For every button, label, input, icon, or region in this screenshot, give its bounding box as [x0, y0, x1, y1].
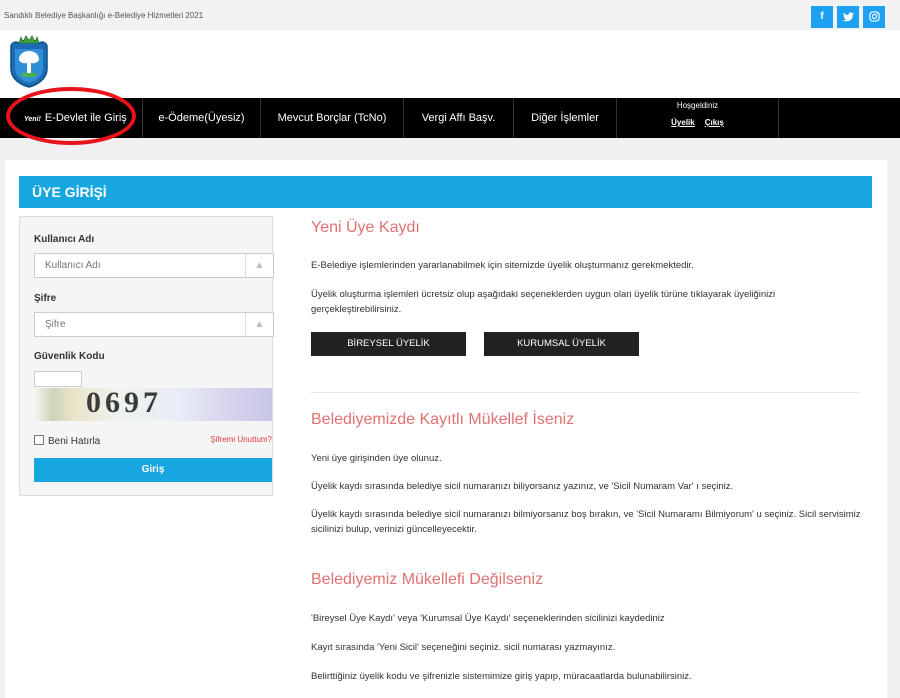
registered-text-3: Üyelik kaydı sırasında belediye sicil nu… [311, 509, 861, 535]
membership-link[interactable]: Üyelik [671, 118, 695, 127]
forgot-password-link[interactable]: Şifremi Unuttum? [210, 435, 272, 444]
login-panel: Kullanıcı Adı ▲ Şifre ▲ Güvenlik Kodu 06… [19, 216, 274, 496]
instagram-icon[interactable] [863, 6, 885, 28]
welcome-text: Hoşgeldiniz [676, 101, 719, 110]
register-text-1: E-Belediye işlemlerinden yararlanabilmek… [311, 260, 694, 271]
captcha-input[interactable] [34, 371, 82, 387]
welcome-box: Hoşgeldiniz Üyelik Çıkış [617, 98, 779, 138]
not-registered-text-3: Belirttiğiniz üyelik kodu ve şifrenizle … [311, 671, 692, 682]
individual-membership-button[interactable]: BİREYSEL ÜYELİK [311, 332, 466, 356]
not-registered-text-1: 'Bireysel Üye Kaydı' veya 'Kurumsal Üye … [311, 613, 665, 624]
top-bar: Sandıklı Belediye Başkanlığı e-Belediye … [0, 0, 900, 30]
password-input[interactable] [35, 313, 242, 336]
username-input[interactable] [35, 254, 242, 277]
user-icon: ▲ [245, 254, 273, 277]
nav-tax-amnesty[interactable]: Vergi Affı Başv. [404, 98, 514, 138]
remember-label: Beni Hatırla [48, 436, 101, 447]
remember-me[interactable]: Beni Hatırla [34, 435, 100, 447]
copyright-text: Sandıklı Belediye Başkanlığı e-Belediye … [4, 11, 204, 20]
register-text-2: Üyelik oluşturma işlemleri ücretsiz olup… [311, 289, 776, 315]
lock-icon: ▲ [245, 313, 273, 336]
remember-checkbox[interactable] [34, 435, 44, 445]
not-registered-text-2: Kayıt sırasında 'Yeni Sicil' seçeneğini … [311, 642, 616, 653]
registered-text-1: Yeni üye girişinden üye olunuz. [311, 453, 442, 464]
captcha-label: Güvenlik Kodu [34, 351, 105, 362]
logout-link[interactable]: Çıkış [705, 118, 724, 127]
login-button[interactable]: Giriş [34, 458, 272, 482]
nav-epayment[interactable]: e-Ödeme(Üyesiz) [143, 98, 261, 138]
captcha-code: 0697 [86, 388, 162, 419]
captcha-image: 0697 [34, 388, 272, 421]
password-field: ▲ [34, 312, 274, 337]
divider [311, 392, 859, 393]
highlight-circle [6, 87, 136, 145]
username-field: ▲ [34, 253, 274, 278]
username-label: Kullanıcı Adı [34, 234, 95, 245]
registered-title: Belediyemizde Kayıtlı Mükellef İseniz [311, 411, 575, 428]
twitter-icon[interactable] [837, 6, 859, 28]
facebook-icon[interactable]: f [811, 6, 833, 28]
page-title: ÜYE GİRİŞİ [19, 176, 872, 208]
header-logo-area [0, 30, 900, 98]
not-registered-title: Belediyemiz Mükellefi Değilseniz [311, 571, 544, 588]
registered-text-2: Üyelik kaydı sırasında belediye sicil nu… [311, 481, 734, 492]
main-content: ÜYE GİRİŞİ Kullanıcı Adı ▲ Şifre ▲ Güven… [5, 160, 887, 698]
password-label: Şifre [34, 293, 57, 304]
register-title: Yeni Üye Kaydı [311, 219, 420, 236]
nav-other-actions[interactable]: Diğer İşlemler [514, 98, 617, 138]
municipality-logo[interactable] [5, 35, 53, 89]
corporate-membership-button[interactable]: KURUMSAL ÜYELİK [484, 332, 639, 356]
nav-current-debts[interactable]: Mevcut Borçlar (TcNo) [261, 98, 404, 138]
